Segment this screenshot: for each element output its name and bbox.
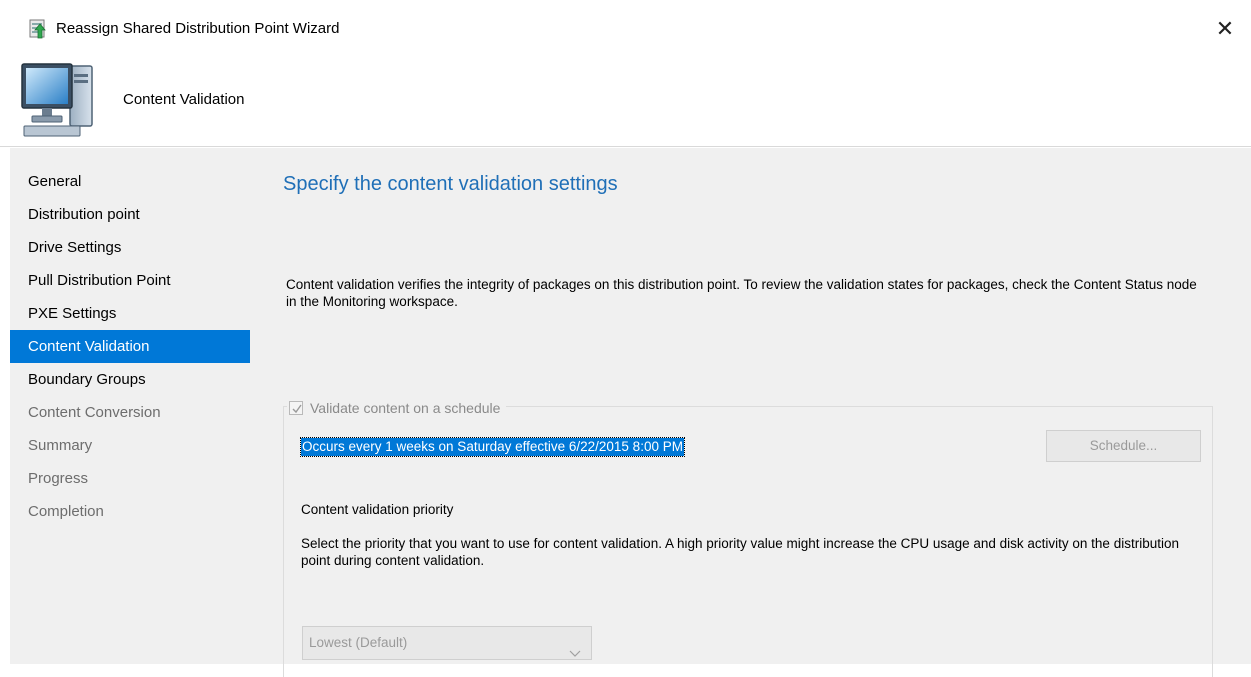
description-text: Content validation verifies the integrit… (286, 277, 1197, 309)
nav-item-progress: Progress (28, 470, 89, 487)
window-title: Reassign Shared Distribution Point Wizar… (56, 20, 340, 37)
nav-item-content-conversion: Content Conversion (28, 404, 161, 421)
validate-checkbox-row: Validate content on a schedule (287, 398, 507, 418)
chevron-down-icon (569, 638, 581, 670)
nav-item-boundary-groups[interactable]: Boundary Groups (10, 363, 250, 396)
wizard-step-list: General Distribution point Drive Setting… (10, 148, 250, 664)
title-bar: Reassign Shared Distribution Point Wizar… (0, 0, 1251, 60)
schedule-button: Schedule... (1046, 430, 1201, 462)
priority-dropdown: Lowest (Default) (302, 626, 592, 660)
wizard-header: Content Validation (0, 60, 1251, 148)
priority-description: Select the priority that you want to use… (301, 536, 1179, 568)
page-title: Content Validation (123, 91, 245, 108)
nav-item-drive-settings[interactable]: Drive Settings (10, 231, 250, 264)
computer-icon (18, 60, 98, 140)
nav-item-general[interactable]: General (10, 165, 250, 198)
nav-item-summary: Summary (28, 437, 93, 454)
validate-schedule-checkbox (289, 401, 303, 415)
priority-dropdown-value: Lowest (Default) (309, 635, 408, 650)
section-heading: Specify the content validation settings (283, 173, 618, 195)
nav-item-distribution-point[interactable]: Distribution point (10, 198, 250, 231)
nav-item-pxe-settings[interactable]: PXE Settings (10, 297, 250, 330)
header-divider (0, 146, 1251, 147)
wizard-content-panel: Specify the content validation settings … (250, 148, 1251, 677)
schedule-summary-text[interactable]: Occurs every 1 weeks on Saturday effecti… (300, 437, 685, 457)
nav-item-content-validation[interactable]: Content Validation (10, 330, 250, 363)
nav-item-pull-distribution-point[interactable]: Pull Distribution Point (10, 264, 250, 297)
nav-item-completion: Completion (28, 503, 104, 520)
close-icon[interactable]: ✕ (1210, 14, 1240, 44)
validate-schedule-label: Validate content on a schedule (310, 400, 501, 416)
priority-label: Content validation priority (301, 502, 454, 517)
wizard-app-icon (27, 18, 49, 40)
